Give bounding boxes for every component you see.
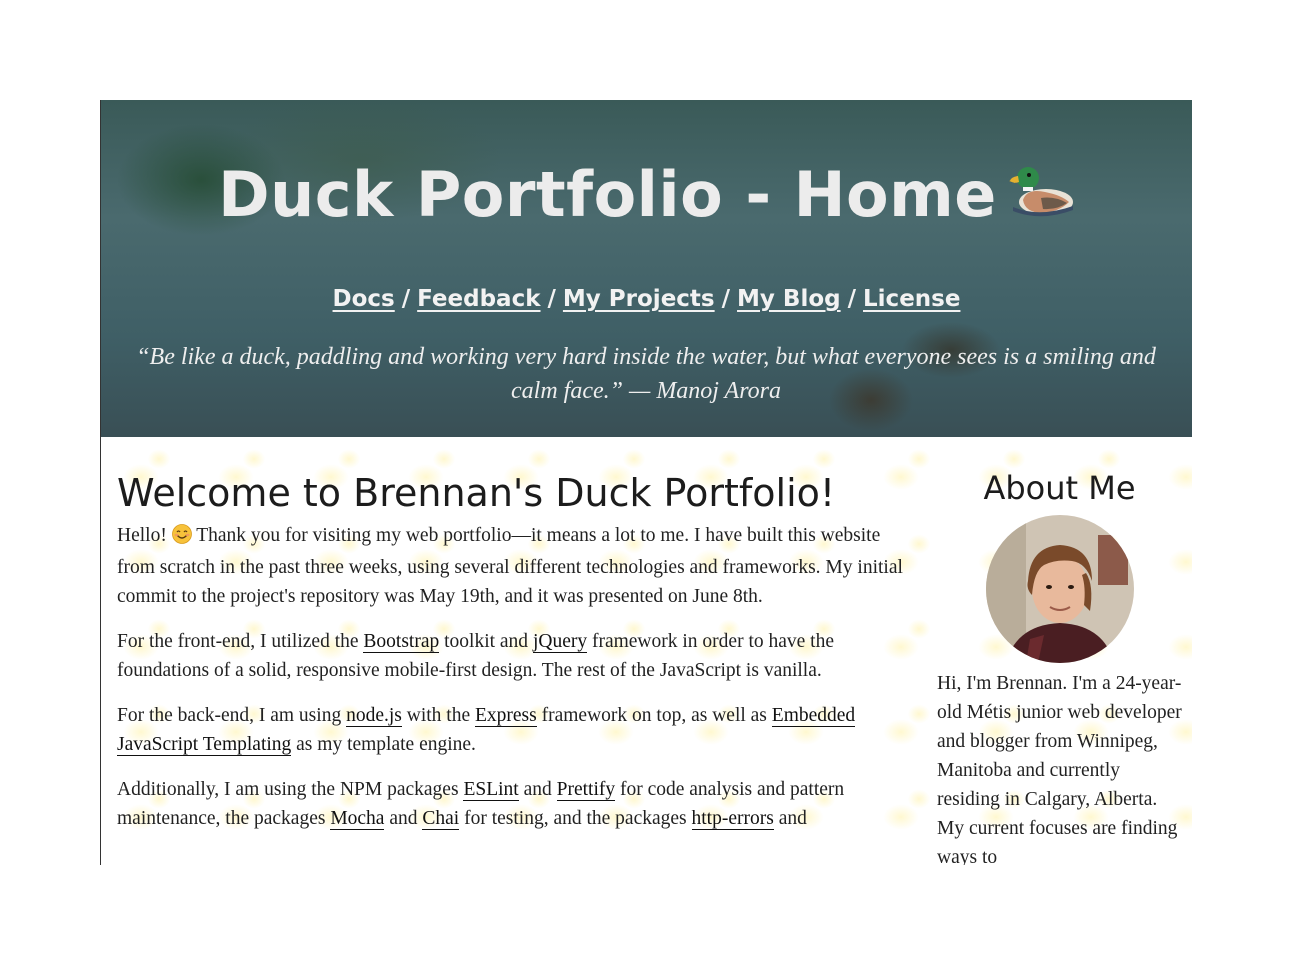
nav-separator: /	[547, 286, 556, 312]
content-area: Welcome to Brennan's Duck Portfolio! Hel…	[101, 437, 1192, 865]
nav-link-docs[interactable]: Docs	[333, 286, 395, 312]
text-span: For the front-end, I utilized the	[117, 631, 359, 652]
nav-link-my-projects[interactable]: My Projects	[563, 286, 715, 312]
text-span: Additionally, I am using the NPM package…	[117, 779, 459, 800]
link-http-errors[interactable]: http-errors	[691, 808, 774, 830]
backend-paragraph: For the back-end, I am using node.js wit…	[117, 701, 907, 759]
smiling-face-icon	[171, 524, 192, 553]
nav-link-my-blog[interactable]: My Blog	[737, 286, 841, 312]
text-span: for testing, and the packages	[464, 808, 687, 829]
text-span: and	[778, 808, 807, 829]
text-span: framework on top, as well as	[541, 705, 767, 726]
article-heading: Welcome to Brennan's Duck Portfolio!	[117, 471, 836, 515]
text-span: and	[523, 779, 552, 800]
packages-paragraph: Additionally, I am using the NPM package…	[117, 775, 907, 833]
nav-separator: /	[847, 286, 857, 312]
intro-text: Thank you for visiting my web portfolio—…	[117, 525, 903, 607]
text-span: toolkit and	[444, 631, 529, 652]
link-eslint[interactable]: ESLint	[463, 779, 519, 801]
duck-icon	[1008, 162, 1075, 235]
text-span: with the	[406, 705, 471, 726]
page-frame: Duck Portfolio - Home Docs / Feedback / My P…	[100, 100, 1192, 865]
link-express[interactable]: Express	[475, 705, 537, 727]
nav-separator: /	[721, 286, 731, 312]
avatar	[985, 515, 1134, 663]
intro-paragraph: Hello! Thank you for visiting my web por…	[117, 521, 907, 611]
hero-quote: “Be like a duck, paddling and working ve…	[136, 344, 1156, 404]
link-jquery[interactable]: jQuery	[532, 631, 588, 653]
intro-greeting: Hello!	[117, 525, 167, 546]
nav-link-license[interactable]: License	[863, 286, 960, 312]
hero-nav: Docs / Feedback / My Projects / My Blog / Licens…	[101, 286, 1192, 312]
nav-link-feedback[interactable]: Feedback	[417, 286, 540, 312]
about-me-sidebar: About Me Hi, I'm Brennan. I'm a 24-year-…	[937, 437, 1182, 865]
about-me-heading: About Me	[983, 469, 1136, 507]
text-span: For the back-end, I am using	[117, 705, 342, 726]
text-span: as my template engine.	[296, 734, 476, 755]
hero-banner: Duck Portfolio - Home Docs / Feedback / My P…	[101, 100, 1192, 437]
text-span: and	[389, 808, 418, 829]
link-prettify[interactable]: Prettify	[556, 779, 616, 801]
page-title-text: Duck Portfolio - Home	[218, 158, 997, 231]
frontend-paragraph: For the front-end, I utilized the Bootst…	[117, 627, 907, 685]
nav-separator: /	[401, 286, 411, 312]
link-chai[interactable]: Chai	[422, 808, 460, 830]
about-me-bio: Hi, I'm Brennan. I'm a 24-year-old Métis…	[937, 673, 1182, 865]
link-bootstrap[interactable]: Bootstrap	[363, 631, 440, 653]
link-mocha[interactable]: Mocha	[330, 808, 385, 830]
link-nodejs[interactable]: node.js	[346, 705, 402, 727]
main-article: Welcome to Brennan's Duck Portfolio! Hel…	[117, 437, 907, 849]
page-title: Duck Portfolio - Home	[101, 158, 1192, 235]
